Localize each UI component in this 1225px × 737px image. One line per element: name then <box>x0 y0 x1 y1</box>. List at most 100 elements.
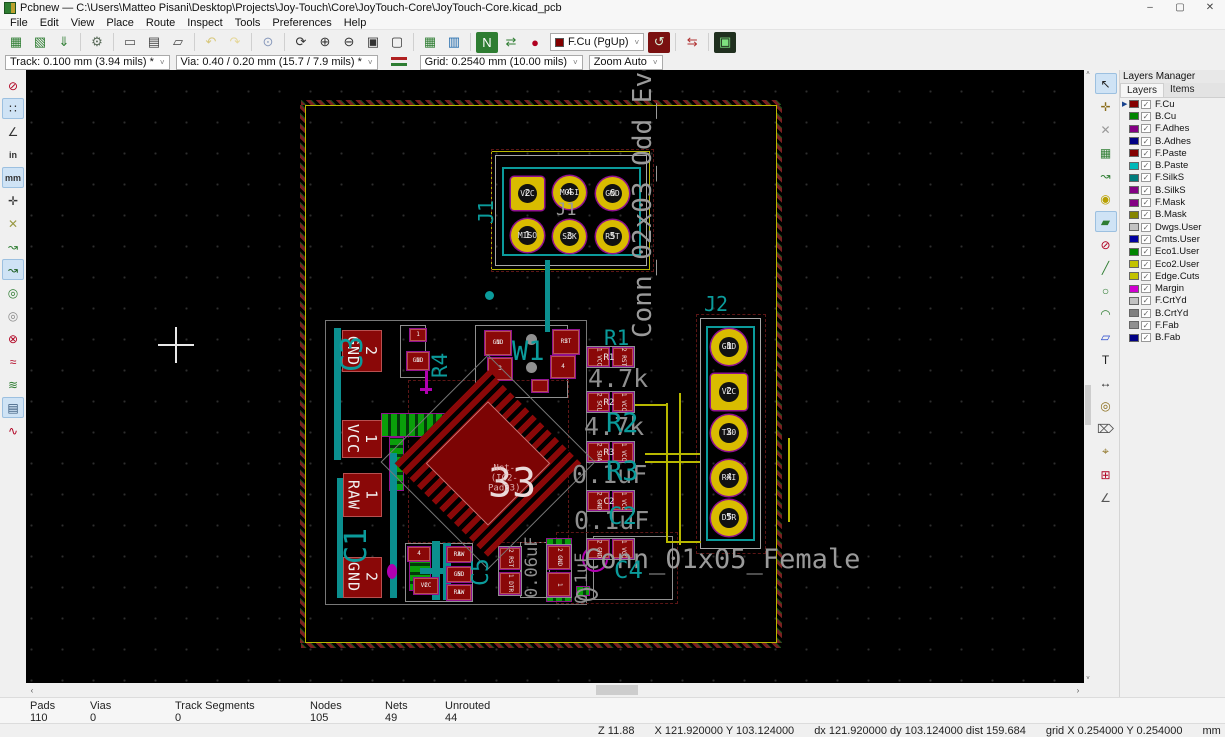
tab-layers[interactable]: Layers <box>1120 83 1164 97</box>
smd-pad[interactable]: 1 <box>410 329 426 341</box>
smd-pad[interactable]: 2 GND <box>548 546 570 569</box>
measure-tool-button[interactable]: ∠ <box>1095 487 1117 508</box>
tht-pad-j2-2[interactable]: 2VCC <box>711 374 747 410</box>
layer-row-eco2.user[interactable]: ✓Eco2.User <box>1120 258 1225 270</box>
layer-row-b.cu[interactable]: ✓B.Cu <box>1120 110 1225 122</box>
tht-pad-j2-1[interactable]: 1GND <box>711 329 747 365</box>
layer-color-swatch[interactable] <box>1129 100 1139 108</box>
tab-items[interactable]: Items <box>1164 83 1200 97</box>
via-size-selector[interactable]: Via: 0.40 / 0.20 mm (15.7 / 7.9 mils) *˅ <box>176 55 378 70</box>
print-button[interactable]: ▤ <box>143 32 165 53</box>
board-setup-button[interactable]: ⚙ <box>86 32 108 53</box>
layer-color-swatch[interactable] <box>1129 309 1139 317</box>
track-via-properties-icon[interactable] <box>389 55 409 70</box>
layer-row-edge.cuts[interactable]: ✓Edge.Cuts <box>1120 270 1225 282</box>
update-pcb-button[interactable]: ⇄ <box>500 32 522 53</box>
draw-arc-button[interactable]: ◠ <box>1095 303 1117 324</box>
layer-color-swatch[interactable] <box>1129 186 1139 194</box>
layer-visibility-checkbox[interactable]: ✓ <box>1141 247 1151 256</box>
plot-button[interactable]: ▱ <box>167 32 189 53</box>
layer-row-dwgs.user[interactable]: ✓Dwgs.User <box>1120 221 1225 233</box>
cursor-shape-button[interactable]: ✛ <box>2 190 24 211</box>
select-tool-button[interactable]: ↖ <box>1095 73 1117 94</box>
layer-row-f.mask[interactable]: ✓F.Mask <box>1120 196 1225 208</box>
vertical-scroll-thumb[interactable] <box>1085 385 1091 425</box>
menu-item-place[interactable]: Place <box>100 17 140 29</box>
layer-color-swatch[interactable] <box>1129 149 1139 157</box>
layer-row-eco1.user[interactable]: ✓Eco1.User <box>1120 246 1225 258</box>
layer-selector[interactable]: F.Cu (PgUp) ˅ <box>550 33 644 51</box>
via-outline-mode-button[interactable]: ◎ <box>2 305 24 326</box>
vertical-scrollbar[interactable]: ˄ ˅ <box>1084 70 1092 683</box>
layer-color-swatch[interactable] <box>1129 162 1139 170</box>
pads-sketch-mode-button[interactable]: ≋ <box>2 374 24 395</box>
add-dimension-button[interactable]: ↔ <box>1095 372 1117 393</box>
layer-color-swatch[interactable] <box>1129 260 1139 268</box>
save-board-button[interactable]: ⇓ <box>53 32 75 53</box>
layer-visibility-checkbox[interactable]: ✓ <box>1141 124 1151 133</box>
layer-visibility-checkbox[interactable]: ✓ <box>1141 137 1151 146</box>
zoom-out-button[interactable]: ⊖ <box>338 32 360 53</box>
layer-color-swatch[interactable] <box>1129 137 1139 145</box>
smd-component[interactable]: 2 GND 1 <box>546 544 572 598</box>
scroll-right-icon[interactable]: › <box>1072 686 1084 695</box>
delete-tool-button[interactable]: ⌦ <box>1095 418 1117 439</box>
tht-pad-j2-5[interactable]: 5DTR <box>711 500 747 536</box>
units-mm-button[interactable]: mm <box>2 167 24 188</box>
high-contrast-mode-button[interactable]: ▤ <box>2 397 24 418</box>
smd-pad[interactable]: 1GND <box>485 331 511 355</box>
draw-polygon-button[interactable]: ▱ <box>1095 326 1117 347</box>
viewer-3d-button[interactable]: ▣ <box>714 32 736 53</box>
layer-visibility-checkbox[interactable]: ✓ <box>1141 284 1151 293</box>
layer-visibility-checkbox[interactable]: ✓ <box>1141 161 1151 170</box>
add-footprint-button[interactable]: ▦ <box>1095 142 1117 163</box>
layer-visibility-checkbox[interactable]: ✓ <box>1141 173 1151 182</box>
layer-visibility-checkbox[interactable]: ✓ <box>1141 198 1151 207</box>
layer-color-swatch[interactable] <box>1129 248 1139 256</box>
layer-row-f.paste[interactable]: ✓F.Paste <box>1120 147 1225 159</box>
footprint-browser-button[interactable]: ▥ <box>443 32 465 53</box>
layer-color-swatch[interactable] <box>1129 334 1139 342</box>
minimize-button[interactable]: – <box>1135 0 1165 16</box>
horizontal-scroll-track[interactable] <box>38 684 1072 696</box>
zoom-selection-button[interactable]: ▢ <box>386 32 408 53</box>
layer-color-swatch[interactable] <box>1129 223 1139 231</box>
layer-color-swatch[interactable] <box>1129 285 1139 293</box>
layer-visibility-checkbox[interactable]: ✓ <box>1141 223 1151 232</box>
menu-item-preferences[interactable]: Preferences <box>266 17 337 29</box>
layer-row-b.silks[interactable]: ✓B.SilkS <box>1120 184 1225 196</box>
layer-row-margin[interactable]: ✓Margin <box>1120 282 1225 294</box>
smd-pad[interactable]: 1 <box>548 573 570 596</box>
grid-selector[interactable]: Grid: 0.2540 mm (10.00 mils)˅ <box>420 55 583 70</box>
menu-item-inspect[interactable]: Inspect <box>181 17 228 29</box>
title-bar[interactable]: Pcbnew — C:\Users\Matteo Pisani\Desktop\… <box>0 0 1225 16</box>
power-pad[interactable]: 1 RAW <box>343 473 382 517</box>
layer-visibility-checkbox[interactable]: ✓ <box>1141 272 1151 281</box>
layer-visibility-checkbox[interactable]: ✓ <box>1141 296 1151 305</box>
layer-row-cmts.user[interactable]: ✓Cmts.User <box>1120 233 1225 245</box>
track-width-selector[interactable]: Track: 0.100 mm (3.94 mils) *˅ <box>5 55 170 70</box>
menu-item-tools[interactable]: Tools <box>229 17 267 29</box>
layer-color-swatch[interactable] <box>1129 174 1139 182</box>
pcb-canvas[interactable]: 2VCC4MOSI6GND1MISO3SCK5RST1GND2VCC3TX04R… <box>26 70 1084 683</box>
drc-button[interactable]: ● <box>524 32 546 53</box>
layer-color-swatch[interactable] <box>1129 272 1139 280</box>
route-tracks-button[interactable]: ↝ <box>1095 165 1117 186</box>
grid-visibility-button[interactable]: ∷ <box>2 98 24 119</box>
smd-pad[interactable]: 4 <box>551 356 575 378</box>
smd-pad[interactable]: 2VCC <box>414 578 438 594</box>
via-display-mode-button[interactable]: ◎ <box>2 282 24 303</box>
layer-visibility-checkbox[interactable]: ✓ <box>1141 235 1151 244</box>
tracks-sketch-mode-button[interactable]: ≈ <box>2 351 24 372</box>
tht-pad-j2-4[interactable]: 4RXI <box>711 460 747 496</box>
scroll-up-icon[interactable]: ˄ <box>1084 70 1092 78</box>
net-highlight-off-button[interactable]: ⊗ <box>2 328 24 349</box>
layer-color-swatch[interactable] <box>1129 112 1139 120</box>
tht-pad-j2-3[interactable]: 3TX0 <box>711 415 747 451</box>
layer-color-swatch[interactable] <box>1129 211 1139 219</box>
layer-row-f.adhes[interactable]: ✓F.Adhes <box>1120 123 1225 135</box>
layer-color-swatch[interactable] <box>1129 297 1139 305</box>
menu-item-help[interactable]: Help <box>338 17 373 29</box>
layer-visibility-checkbox[interactable]: ✓ <box>1141 321 1151 330</box>
open-board-button[interactable]: ▧ <box>29 32 51 53</box>
